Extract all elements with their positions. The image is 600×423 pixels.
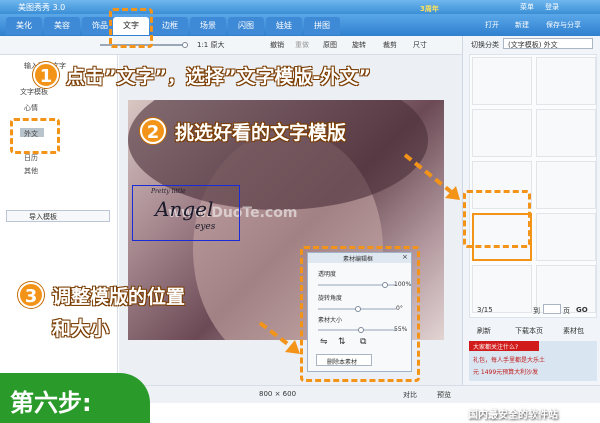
login-button[interactable]: 登录 bbox=[545, 2, 559, 12]
resize-button[interactable]: 尺寸 bbox=[413, 40, 427, 50]
material-pack-button[interactable]: 素材包 bbox=[563, 326, 584, 336]
undo-button[interactable]: 撤销 bbox=[270, 40, 284, 50]
anniversary-badge: 3周年 bbox=[420, 5, 439, 13]
ad-title: 大家都关注什么? bbox=[473, 344, 519, 351]
step-number-2: 2 bbox=[140, 118, 166, 144]
list-item-template[interactable]: 文字模板 bbox=[20, 87, 48, 97]
tab-beautify[interactable]: 美化 bbox=[6, 17, 42, 35]
ad-line2: 礼包，每人手里都是大乐土 bbox=[473, 357, 546, 364]
template-thumb[interactable] bbox=[536, 57, 596, 105]
open-button[interactable]: 打开 bbox=[485, 20, 499, 30]
ad-line3: 元 1499元预算大利沙发 bbox=[473, 369, 539, 376]
compare-button[interactable]: 对比 bbox=[403, 390, 417, 400]
import-template-button[interactable]: 导入模板 bbox=[6, 210, 110, 222]
tab-doll[interactable]: 娃娃 bbox=[266, 17, 302, 35]
highlight-text-tab bbox=[109, 8, 153, 48]
list-item-mood[interactable]: 心情 bbox=[24, 103, 38, 113]
template-gallery bbox=[469, 54, 597, 318]
tab-collage[interactable]: 拼图 bbox=[304, 17, 340, 35]
callout-step2: 挑选好看的文字模版 bbox=[175, 122, 347, 144]
template-thumb[interactable] bbox=[472, 109, 532, 157]
callout-step3-line1: 调整模版的位置 bbox=[52, 286, 186, 308]
template-thumb[interactable] bbox=[536, 213, 596, 261]
arrow-to-dialog-icon bbox=[258, 321, 300, 354]
highlight-foreign-item bbox=[10, 118, 60, 154]
list-item-other[interactable]: 其他 bbox=[24, 166, 38, 176]
list-item-calendar[interactable]: 日历 bbox=[24, 153, 38, 163]
site-watermark: 国内最安全的软件站 bbox=[468, 410, 558, 421]
arrow-to-thumb-icon bbox=[403, 153, 460, 200]
category-label: 切换分类 bbox=[471, 41, 499, 49]
rotate-button[interactable]: 旋转 bbox=[352, 40, 366, 50]
callout-step3-line2: 和大小 bbox=[52, 318, 110, 340]
step-six-label: 第六步: bbox=[10, 389, 92, 417]
image-dimensions: 800 × 600 bbox=[259, 390, 297, 398]
category-select-value: (文字模板) 外文 bbox=[508, 41, 558, 49]
template-line3: eyes bbox=[195, 222, 216, 232]
page-input[interactable] bbox=[543, 304, 561, 314]
tab-makeup[interactable]: 美容 bbox=[44, 17, 80, 35]
tab-frame[interactable]: 边框 bbox=[152, 17, 188, 35]
template-line1: Pretty little bbox=[151, 188, 186, 195]
category-select[interactable]: (文字模板) 外文 bbox=[503, 38, 593, 49]
tab-scene[interactable]: 场景 bbox=[190, 17, 226, 35]
preview-button[interactable]: 预览 bbox=[437, 390, 451, 400]
tab-flash[interactable]: 闪图 bbox=[228, 17, 264, 35]
page-unit-label: 页 bbox=[563, 307, 570, 315]
page-to-label: 到 bbox=[533, 307, 540, 315]
status-bar: 800 × 600 对比 预览 bbox=[119, 385, 600, 403]
import-template-label: 导入模板 bbox=[29, 213, 57, 221]
step-number-1: 1 bbox=[33, 62, 59, 88]
zoom-slider-knob[interactable] bbox=[182, 42, 188, 48]
callout-step1: 点击”文字”，选择”文字模版-外文” bbox=[66, 66, 371, 88]
redo-button[interactable]: 重做 bbox=[295, 40, 309, 50]
text-template-selection[interactable]: Pretty little Angel eyes bbox=[132, 185, 240, 241]
crop-button[interactable]: 裁剪 bbox=[383, 40, 397, 50]
template-thumb[interactable] bbox=[472, 57, 532, 105]
template-line2: Angel bbox=[155, 197, 214, 221]
app-title: 美图秀秀 3.0 bbox=[18, 3, 66, 12]
zoom-original-button[interactable]: 1:1 原大 bbox=[197, 40, 225, 50]
go-button[interactable]: GO bbox=[576, 306, 588, 314]
page-info: 3/15 bbox=[477, 306, 493, 314]
tab-bar: 美化 美容 饰品 文字 边框 场景 闪图 娃娃 拼图 打开 新建 保存与分享 bbox=[0, 14, 600, 36]
template-thumb[interactable] bbox=[536, 161, 596, 209]
refresh-button[interactable]: 刷新 bbox=[477, 326, 491, 336]
highlight-edit-dialog bbox=[300, 246, 420, 382]
title-bar: 美图秀秀 3.0 3周年 菜单 登录 bbox=[0, 0, 600, 14]
menu-button[interactable]: 菜单 bbox=[520, 2, 534, 12]
ad-banner[interactable]: 大家都关注什么? 礼包，每人手里都是大乐土 元 1499元预算大利沙发 bbox=[469, 341, 597, 381]
new-button[interactable]: 新建 bbox=[515, 20, 529, 30]
download-page-button[interactable]: 下载本页 bbox=[515, 326, 543, 336]
step-number-3: 3 bbox=[18, 282, 44, 308]
step-banner: 第六步: bbox=[0, 373, 150, 423]
highlight-template-thumb bbox=[463, 190, 531, 248]
template-thumb[interactable] bbox=[536, 109, 596, 157]
save-share-button[interactable]: 保存与分享 bbox=[546, 20, 581, 30]
original-button[interactable]: 原图 bbox=[323, 40, 337, 50]
